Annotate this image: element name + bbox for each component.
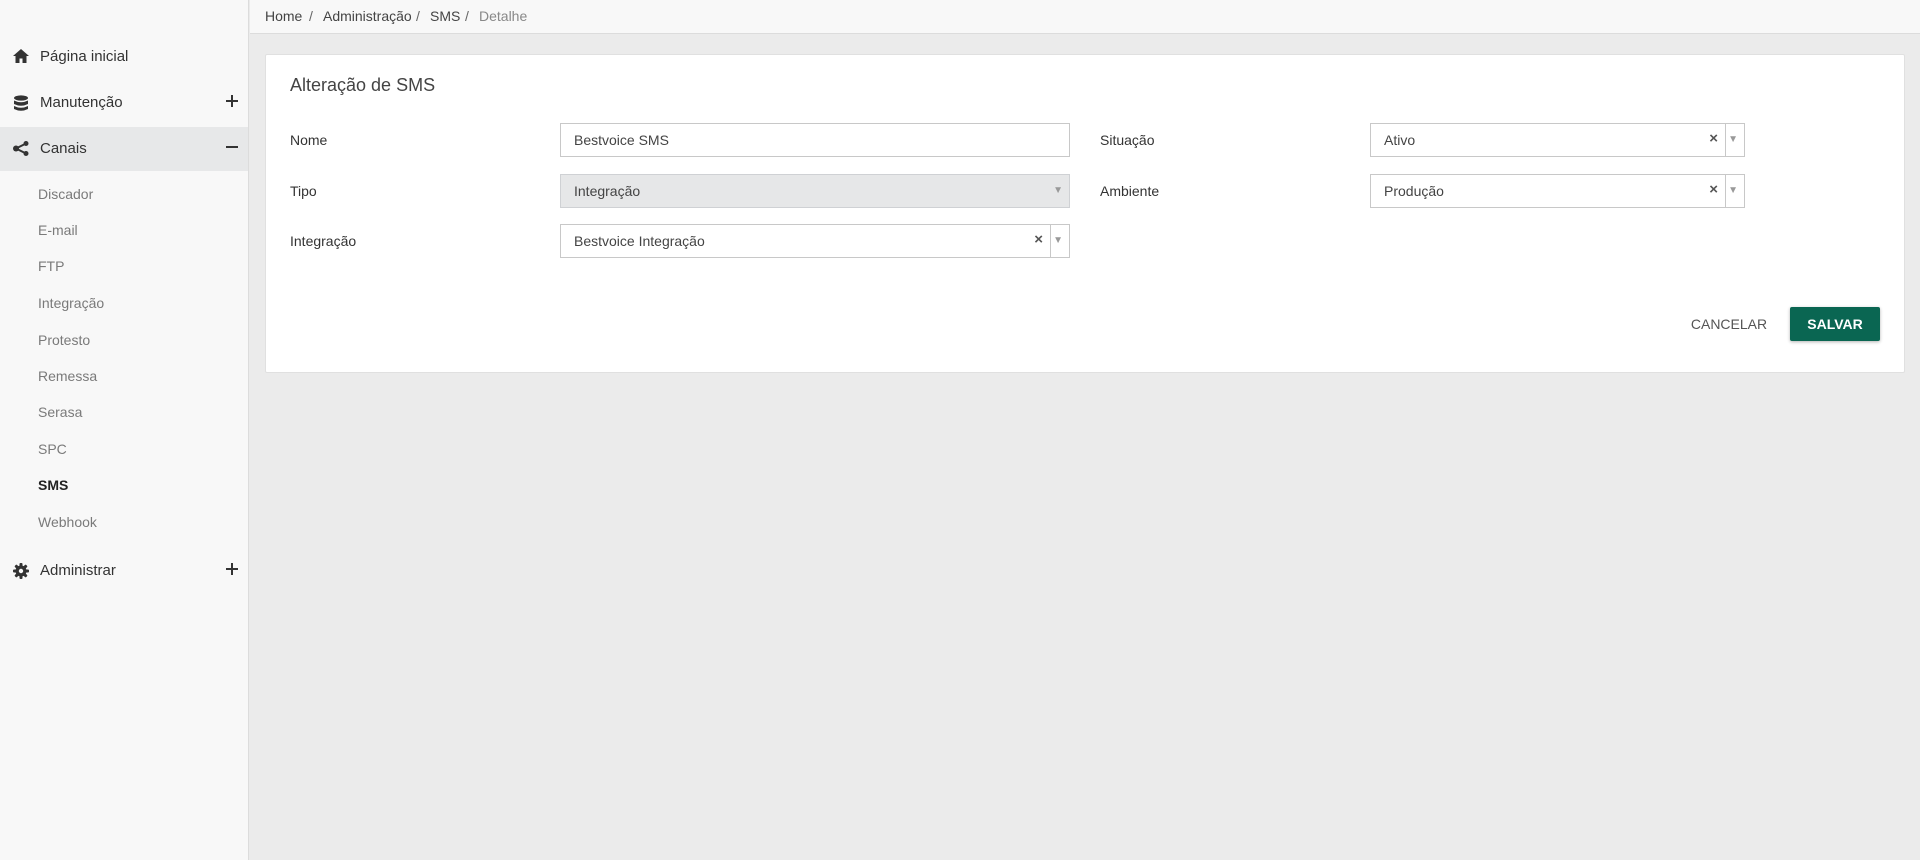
breadcrumb-sms[interactable]: SMS	[430, 8, 460, 24]
nav-canais[interactable]: Canais	[0, 127, 248, 171]
clear-icon[interactable]: ×	[1709, 130, 1718, 147]
nav-home[interactable]: Página inicial	[0, 35, 248, 79]
chevron-down-icon[interactable]: ▼	[1728, 185, 1738, 196]
breadcrumb-separator: /	[465, 8, 469, 24]
nav-manutencao[interactable]: Manutenção	[0, 81, 248, 125]
nav-canais-label: Canais	[40, 140, 87, 157]
tipo-value: Integração	[574, 183, 641, 199]
cancel-button[interactable]: CANCELAR	[1679, 307, 1779, 341]
nav-home-label: Página inicial	[40, 48, 129, 65]
situacao-label: Situação	[1100, 132, 1155, 148]
breadcrumb-detalhe: Detalhe	[479, 8, 528, 24]
nome-input[interactable]: Bestvoice SMS	[560, 123, 1070, 157]
nome-value: Bestvoice SMS	[574, 132, 669, 148]
nav-manutencao-label: Manutenção	[40, 94, 123, 111]
integracao-value: Bestvoice Integração	[574, 233, 705, 249]
sidebar-item-ftp[interactable]: FTP	[38, 258, 64, 274]
sidebar-item-spc[interactable]: SPC	[38, 441, 67, 457]
tipo-select: Integração ▼	[560, 174, 1070, 208]
collapse-icon[interactable]	[226, 141, 238, 153]
breadcrumb: Home / Administração / SMS / Detalhe	[250, 0, 1920, 34]
page-title: Alteração de SMS	[290, 75, 436, 95]
nav-administrar-label: Administrar	[40, 562, 116, 579]
select-divider	[1725, 124, 1726, 156]
ambiente-value: Produção	[1384, 183, 1444, 199]
breadcrumb-separator: /	[416, 8, 420, 24]
integracao-select[interactable]: Bestvoice Integração × ▼	[560, 224, 1070, 258]
expand-icon[interactable]	[226, 95, 238, 107]
sidebar-item-integracao[interactable]: Integração	[38, 295, 104, 311]
database-icon	[13, 95, 31, 111]
breadcrumb-home[interactable]: Home	[265, 8, 302, 24]
select-divider	[1050, 225, 1051, 257]
save-button[interactable]: SALVAR	[1790, 307, 1880, 341]
sidebar-item-serasa[interactable]: Serasa	[38, 404, 82, 420]
select-divider	[1725, 175, 1726, 207]
integracao-label: Integração	[290, 233, 357, 249]
breadcrumb-administracao[interactable]: Administração	[323, 8, 412, 24]
clear-icon[interactable]: ×	[1709, 181, 1718, 198]
share-icon	[13, 141, 31, 157]
nav-administrar[interactable]: Administrar	[0, 549, 248, 593]
gear-icon	[13, 563, 31, 579]
clear-icon[interactable]: ×	[1034, 231, 1043, 248]
ambiente-label: Ambiente	[1100, 183, 1160, 199]
sidebar-item-sms[interactable]: SMS	[38, 477, 68, 493]
expand-icon[interactable]	[226, 563, 238, 575]
situacao-value: Ativo	[1384, 132, 1416, 148]
chevron-down-icon: ▼	[1053, 185, 1063, 196]
sidebar: Página inicial Manutenção Canais Discado…	[0, 0, 249, 860]
breadcrumb-separator: /	[309, 8, 313, 24]
tipo-label: Tipo	[290, 183, 317, 199]
situacao-select[interactable]: Ativo × ▼	[1370, 123, 1745, 157]
ambiente-select[interactable]: Produção × ▼	[1370, 174, 1745, 208]
sidebar-item-protesto[interactable]: Protesto	[38, 332, 90, 348]
sidebar-item-webhook[interactable]: Webhook	[38, 514, 97, 530]
sidebar-item-email[interactable]: E-mail	[38, 222, 78, 238]
chevron-down-icon[interactable]: ▼	[1728, 134, 1738, 145]
chevron-down-icon[interactable]: ▼	[1053, 235, 1063, 246]
sidebar-item-discador[interactable]: Discador	[38, 186, 93, 202]
nome-label: Nome	[290, 132, 328, 148]
home-icon	[13, 49, 31, 65]
form-card: Alteração de SMS Nome Bestvoice SMS Tipo…	[265, 54, 1905, 373]
sidebar-item-remessa[interactable]: Remessa	[38, 368, 97, 384]
